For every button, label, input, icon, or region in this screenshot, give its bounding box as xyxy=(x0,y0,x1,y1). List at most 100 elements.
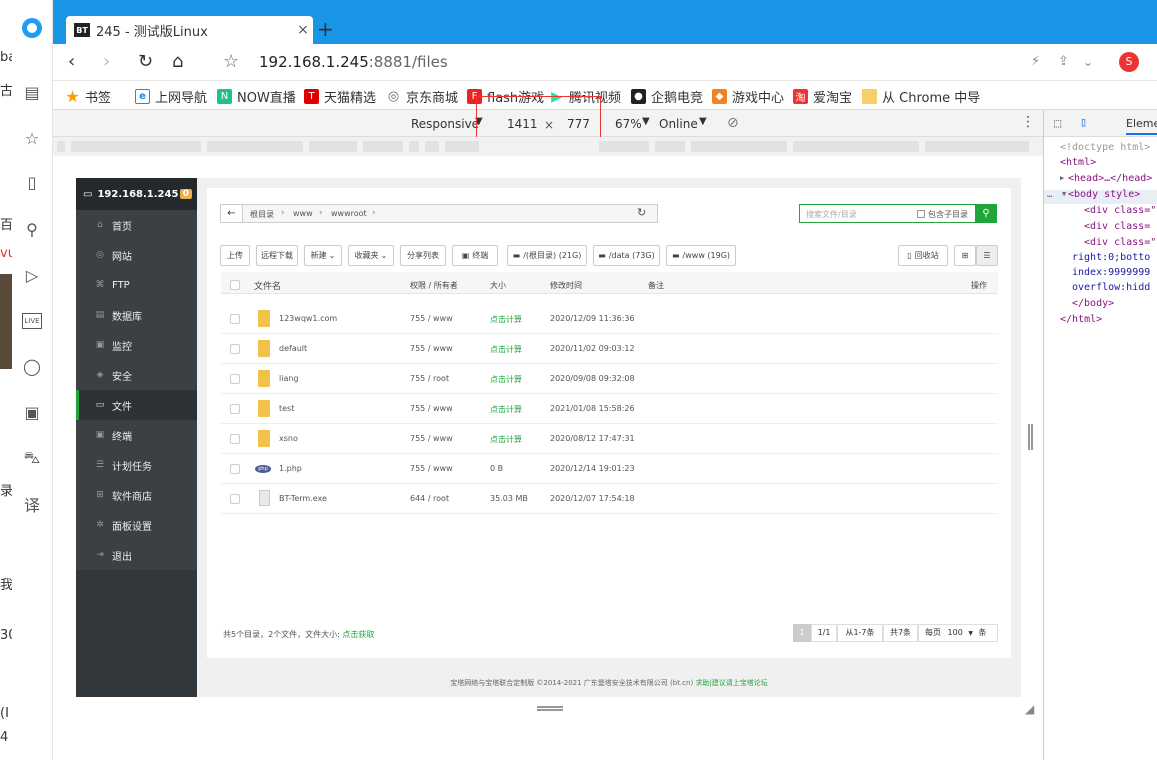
file-name[interactable]: 123wqw1.com xyxy=(279,314,337,323)
remote-download-button[interactable]: 远程下载 xyxy=(256,245,298,266)
file-name[interactable]: xsno xyxy=(279,434,298,443)
table-row[interactable]: BT-Term.exe 644 / root 35.03 MB 2020/12/07 … xyxy=(221,484,998,514)
book-icon[interactable]: ▯ xyxy=(20,170,44,194)
path-bar[interactable]: ← 根目录 › www › wwwroot › xyxy=(220,204,658,223)
page-current[interactable]: 1 xyxy=(793,624,811,642)
bookmark-star-icon[interactable]: ☆ xyxy=(223,50,239,74)
rotate-icon[interactable]: ⊘ xyxy=(727,115,739,131)
row-checkbox[interactable] xyxy=(230,374,240,384)
bookmark-item[interactable]: ● 企鹅电竞 xyxy=(631,87,703,106)
terminal-button[interactable]: ▣ 终端 xyxy=(452,245,498,266)
disk-www-button[interactable]: ▬/www (19G) xyxy=(666,245,736,266)
chevron-down-icon[interactable]: ⌄ xyxy=(1083,50,1093,74)
get-size-link[interactable]: 点击获取 xyxy=(342,630,374,639)
menu-item-database[interactable]: ▤ 数据库 xyxy=(76,300,197,330)
menu-item-security[interactable]: ◈ 安全 xyxy=(76,360,197,390)
file-size[interactable]: 点击计算 xyxy=(490,434,522,445)
new-tab-button[interactable]: + xyxy=(317,17,334,41)
url-field[interactable]: 192.168.1.245:8881/files xyxy=(259,53,448,71)
file-size[interactable]: 点击计算 xyxy=(490,374,522,385)
upload-button[interactable]: 上传 xyxy=(220,245,250,266)
bookmark-item[interactable]: T 天猫精选 xyxy=(304,87,376,106)
column-header[interactable]: 修改时间 xyxy=(550,275,582,295)
breadcrumb-item[interactable]: www xyxy=(293,209,313,218)
bookmark-item[interactable]: ◎ 京东商城 xyxy=(386,87,458,106)
bookmark-item[interactable]: e 上网导航 xyxy=(135,87,207,106)
chevron-down-icon[interactable]: ▼ xyxy=(699,116,707,127)
sogou-icon[interactable]: S xyxy=(1119,52,1139,72)
row-checkbox[interactable] xyxy=(230,314,240,324)
file-permission[interactable]: 755 / www xyxy=(410,404,453,413)
tab-active[interactable]: BT 245 - 测试版Linux × xyxy=(66,16,313,44)
bookmark-item[interactable]: ★ 书签 xyxy=(65,87,111,106)
dom-line[interactable]: index:9999999 xyxy=(1072,267,1150,278)
dom-line[interactable]: <div class= xyxy=(1084,221,1150,232)
device-select[interactable]: Responsive xyxy=(411,117,479,131)
browser-logo-icon[interactable] xyxy=(20,16,44,40)
menu-item-ftp[interactable]: ⌘ FTP xyxy=(76,270,197,300)
favorites-dropdown-button[interactable]: 收藏夹 ⌄ xyxy=(348,245,394,266)
expand-arrow-icon[interactable]: ▼ xyxy=(1062,190,1066,198)
chat-icon[interactable]: ◯ xyxy=(20,354,44,378)
file-name[interactable]: test xyxy=(279,404,294,413)
table-row[interactable]: php 1.php 755 / www 0 B 2020/12/14 19:01:23 xyxy=(221,454,998,484)
dom-line[interactable]: <body style> xyxy=(1068,189,1140,200)
menu-item-home[interactable]: ⌂ 首页 xyxy=(76,210,197,240)
dom-line[interactable]: <html> xyxy=(1060,157,1096,168)
search-button[interactable]: ⚲ xyxy=(975,204,997,223)
file-permission[interactable]: 755 / root xyxy=(410,374,449,383)
notify-badge[interactable]: 0 xyxy=(179,189,192,199)
bookmark-item[interactable]: 淘爱淘宝 xyxy=(793,87,852,106)
network-select[interactable]: Online xyxy=(659,117,698,131)
menu-item-settings[interactable]: ✲ 面板设置 xyxy=(76,510,197,540)
dom-line[interactable]: overflow:hidd xyxy=(1072,282,1150,293)
lightning-icon[interactable]: ⚡ xyxy=(1031,50,1040,74)
news-icon[interactable]: ▤ xyxy=(20,80,44,104)
menu-item-terminal[interactable]: ▣ 终端 xyxy=(76,420,197,450)
table-row[interactable]: 123wqw1.com 755 / www 点击计算 2020/12/09 11:36… xyxy=(221,304,998,334)
row-checkbox[interactable] xyxy=(230,434,240,444)
tab-elements[interactable]: Eleme xyxy=(1126,117,1157,135)
file-size[interactable]: 点击计算 xyxy=(490,344,522,355)
menu-item-files[interactable]: ▭ 文件 xyxy=(76,390,197,420)
back-icon[interactable]: ‹ xyxy=(68,50,75,74)
cart-icon[interactable]: ⛍ xyxy=(20,446,44,470)
inspect-icon[interactable]: ⬚ xyxy=(1054,116,1061,130)
recycle-bin-button[interactable]: ▯ 回收站 xyxy=(898,245,948,266)
list-view-button[interactable]: ☰ xyxy=(976,245,998,266)
device-toggle-icon[interactable]: ▯ xyxy=(1080,115,1087,129)
file-permission[interactable]: 755 / www xyxy=(410,434,453,443)
chevron-down-icon[interactable]: ▼ xyxy=(642,116,650,127)
dom-line[interactable]: <!doctype html> xyxy=(1060,142,1150,153)
column-header[interactable]: 大小 xyxy=(490,275,506,295)
file-permission[interactable]: 644 / root xyxy=(410,494,449,503)
search-input[interactable]: 搜索文件/目录 xyxy=(806,209,857,220)
share-list-button[interactable]: 分享列表 xyxy=(400,245,446,266)
column-header[interactable]: 权限 / 所有者 xyxy=(410,275,458,295)
live-icon[interactable]: LIVE xyxy=(22,313,42,329)
file-name[interactable]: BT-Term.exe xyxy=(279,494,327,503)
star-icon[interactable]: ☆ xyxy=(20,126,44,150)
resize-handle-bottom[interactable] xyxy=(537,706,563,711)
new-dropdown-button[interactable]: 新建 ⌄ xyxy=(304,245,342,266)
menu-item-store[interactable]: ⊞ 软件商店 xyxy=(76,480,197,510)
breadcrumb-item[interactable]: wwwroot xyxy=(331,209,367,218)
home-icon[interactable]: ⌂ xyxy=(172,50,183,74)
disk-root-button[interactable]: ▬/(根目录) (21G) xyxy=(507,245,587,266)
table-row[interactable]: xsno 755 / www 点击计算 2020/08/12 17:47:31 xyxy=(221,424,998,454)
resize-handle-right[interactable] xyxy=(1028,424,1033,450)
reload-icon[interactable]: ↻ xyxy=(138,50,153,74)
dom-line[interactable]: right:0;botto xyxy=(1072,252,1150,263)
dom-line[interactable]: <div class=" xyxy=(1084,205,1156,216)
menu-item-monitor[interactable]: ▣ 监控 xyxy=(76,330,197,360)
breadcrumb-item[interactable]: 根目录 xyxy=(250,209,274,220)
column-header[interactable]: 文件名 xyxy=(254,275,281,295)
disk-data-button[interactable]: ▬/data (73G) xyxy=(593,245,660,266)
table-row[interactable]: liang 755 / root 点击计算 2020/09/08 09:32:08 xyxy=(221,364,998,394)
refresh-icon[interactable]: ↻ xyxy=(637,206,646,219)
expand-arrow-icon[interactable]: ▶ xyxy=(1060,174,1064,182)
per-page-select[interactable]: 每页 100 ▼ 条 xyxy=(918,624,998,642)
dom-line[interactable]: <div class=" xyxy=(1084,237,1156,248)
translate-icon[interactable]: 译 xyxy=(20,492,44,516)
share-icon[interactable]: ⇪ xyxy=(1058,50,1069,74)
